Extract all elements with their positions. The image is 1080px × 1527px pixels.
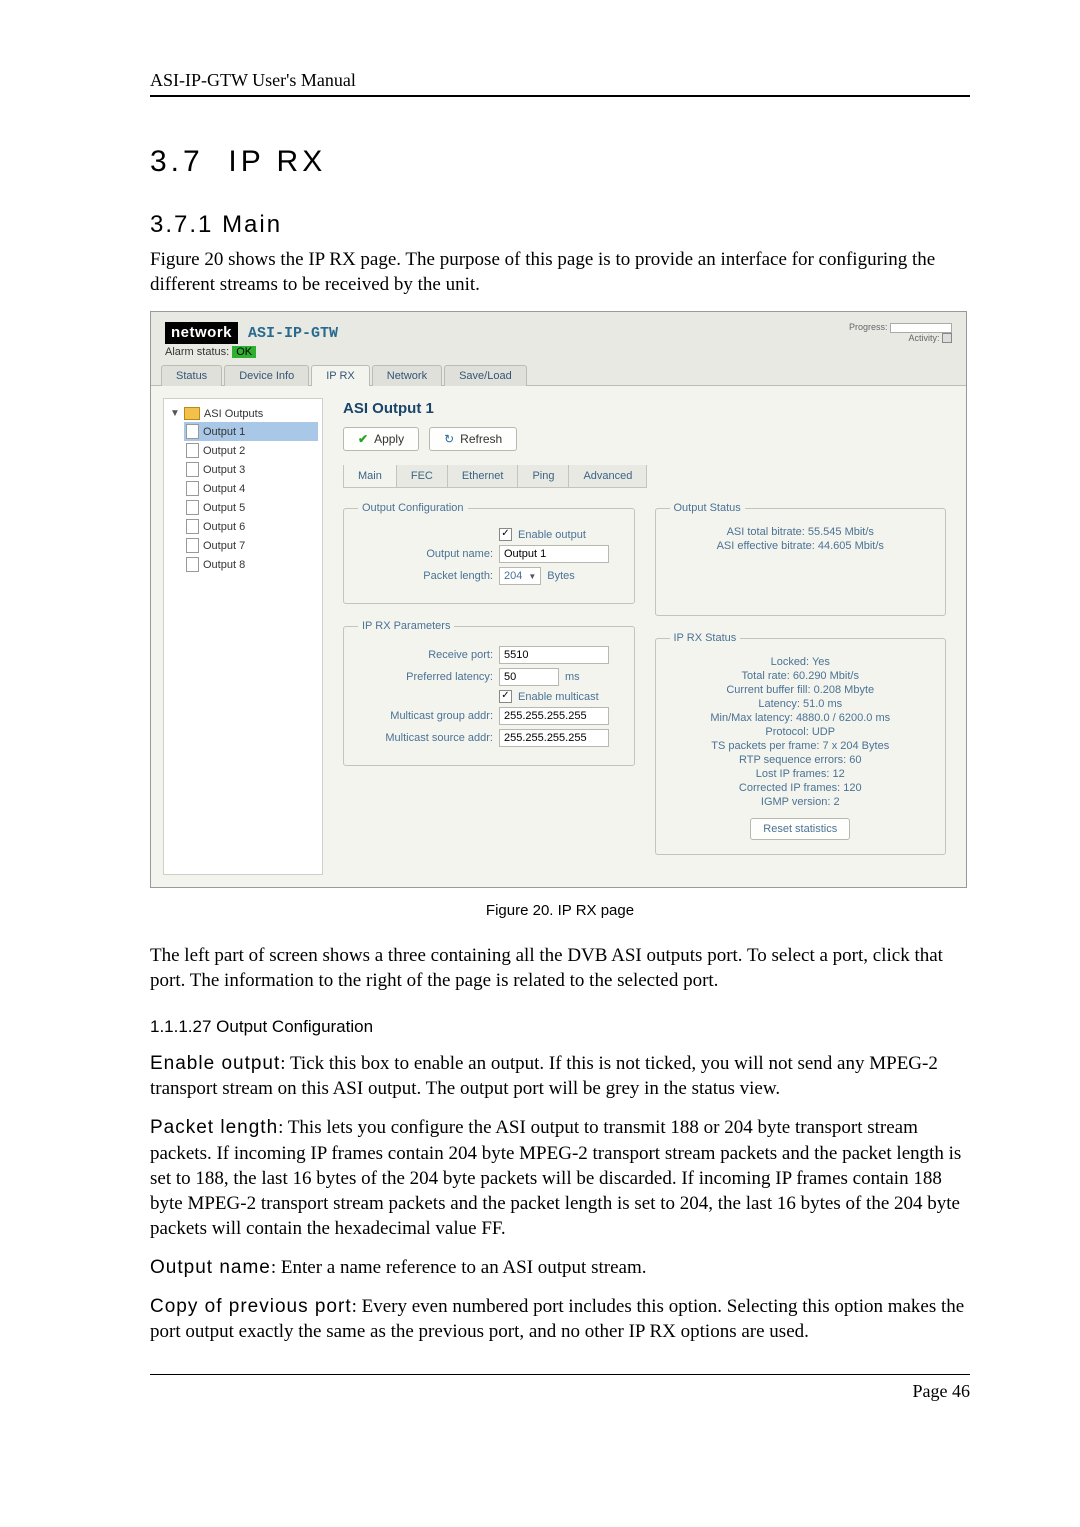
output-name-label: Output name: — [358, 548, 493, 560]
multicast-group-input[interactable] — [499, 707, 609, 725]
refresh-button[interactable]: ↻Refresh — [429, 427, 517, 451]
subsection-heading: 3.7.1 Main — [150, 211, 970, 239]
inner-tab-main[interactable]: Main — [344, 465, 397, 487]
packet-length-label: Packet length: — [358, 570, 493, 582]
intro-paragraph: Figure 20 shows the IP RX page. The purp… — [150, 247, 970, 297]
receive-port-input[interactable] — [499, 646, 609, 664]
enable-multicast-checkbox[interactable]: ✓ — [499, 690, 512, 703]
tree-item-output-2[interactable]: Output 2 — [184, 441, 318, 460]
file-icon — [186, 443, 199, 458]
inner-tab-fec[interactable]: FEC — [397, 465, 448, 487]
tree-item-output-1[interactable]: Output 1 — [184, 422, 318, 441]
check-icon: ✔ — [358, 432, 368, 446]
multicast-source-input[interactable] — [499, 729, 609, 747]
tree-item-output-6[interactable]: Output 6 — [184, 517, 318, 536]
iprx-status-line: Protocol: UDP — [670, 726, 932, 738]
iprx-status-line: Total rate: 60.290 Mbit/s — [670, 670, 932, 682]
iprx-status-line: Locked: Yes — [670, 656, 932, 668]
iprx-status-line: Lost IP frames: 12 — [670, 768, 932, 780]
enable-output-label: Enable output — [518, 529, 586, 541]
progress-label: Progress: — [849, 322, 888, 332]
file-icon — [186, 462, 199, 477]
inner-tabs: Main FEC Ethernet Ping Advanced — [343, 465, 647, 488]
output-config-legend: Output Configuration — [358, 502, 468, 514]
subsubsection-heading: 1.1.1.27 Output Configuration — [150, 1017, 970, 1037]
tree-item-output-7[interactable]: Output 7 — [184, 536, 318, 555]
tab-status[interactable]: Status — [161, 365, 222, 386]
tab-device-info[interactable]: Device Info — [224, 365, 309, 386]
body-paragraph: Output name: Enter a name reference to a… — [150, 1255, 970, 1280]
iprx-status-line: RTP sequence errors: 60 — [670, 754, 932, 766]
reset-statistics-button[interactable]: Reset statistics — [750, 818, 850, 840]
content-title: ASI Output 1 — [343, 400, 946, 417]
receive-port-label: Receive port: — [358, 649, 493, 661]
folder-icon — [184, 407, 200, 420]
output-config-box: Output Configuration ✓ Enable output Outp… — [343, 502, 635, 604]
enable-multicast-label: Enable multicast — [518, 691, 599, 703]
figure-caption: Figure 20. IP RX page — [150, 902, 970, 919]
asi-total-bitrate: ASI total bitrate: 55.545 Mbit/s — [670, 526, 932, 538]
iprx-status-box: IP RX Status Locked: Yes Total rate: 60.… — [655, 632, 947, 855]
inner-tab-ethernet[interactable]: Ethernet — [448, 465, 519, 487]
alarm-status: OK — [232, 346, 256, 358]
iprx-status-line: Current buffer fill: 0.208 Mbyte — [670, 684, 932, 696]
iprx-status-line: Corrected IP frames: 120 — [670, 782, 932, 794]
activity-label: Activity: — [908, 333, 939, 343]
iprx-status-line: TS packets per frame: 7 x 204 Bytes — [670, 740, 932, 752]
asi-effective-bitrate: ASI effective bitrate: 44.605 Mbit/s — [670, 540, 932, 552]
preferred-latency-input[interactable] — [499, 668, 559, 686]
tree-panel: ▼ ASI Outputs Output 1 Output 2 Output 3… — [163, 398, 323, 875]
file-icon — [186, 481, 199, 496]
iprx-status-line: Latency: 51.0 ms — [670, 698, 932, 710]
output-status-legend: Output Status — [670, 502, 745, 514]
packet-length-select[interactable]: 204▼ — [499, 567, 541, 585]
enable-output-checkbox[interactable]: ✓ — [499, 528, 512, 541]
tab-ip-rx[interactable]: IP RX — [311, 365, 370, 386]
body-paragraph: Copy of previous port: Every even number… — [150, 1294, 970, 1344]
page-header: ASI-IP-GTW User's Manual — [150, 70, 970, 97]
progress-bar — [890, 323, 952, 333]
body-paragraph: Packet length: This lets you configure t… — [150, 1115, 970, 1240]
apply-button[interactable]: ✔Apply — [343, 427, 419, 451]
tree-item-output-8[interactable]: Output 8 — [184, 555, 318, 574]
output-status-box: Output Status ASI total bitrate: 55.545 … — [655, 502, 947, 616]
file-icon — [186, 557, 199, 572]
file-icon — [186, 424, 199, 439]
tree-item-output-4[interactable]: Output 4 — [184, 479, 318, 498]
inner-tab-ping[interactable]: Ping — [518, 465, 569, 487]
output-name-input[interactable] — [499, 545, 609, 563]
multicast-group-label: Multicast group addr: — [358, 710, 493, 722]
body-paragraph: Enable output: Tick this box to enable a… — [150, 1051, 970, 1101]
iprx-status-legend: IP RX Status — [670, 632, 741, 644]
section-heading: 3.7 IP RX — [150, 145, 970, 179]
inner-tab-advanced[interactable]: Advanced — [569, 465, 646, 487]
file-icon — [186, 519, 199, 534]
file-icon — [186, 500, 199, 515]
preferred-latency-label: Preferred latency: — [358, 671, 493, 683]
iprx-params-legend: IP RX Parameters — [358, 620, 454, 632]
refresh-icon: ↻ — [444, 432, 454, 446]
alarm-label: Alarm status: — [165, 346, 229, 358]
iprx-status-line: Min/Max latency: 4880.0 / 6200.0 ms — [670, 712, 932, 724]
tab-save-load[interactable]: Save/Load — [444, 365, 527, 386]
multicast-source-label: Multicast source addr: — [358, 732, 493, 744]
main-tabs: Status Device Info IP RX Network Save/Lo… — [151, 364, 966, 386]
brand-model: ASI-IP-GTW — [248, 325, 338, 342]
activity-led — [942, 333, 952, 343]
collapse-icon[interactable]: ▼ — [170, 408, 180, 419]
brand-logo: network — [165, 322, 238, 344]
body-paragraph: The left part of screen shows a three co… — [150, 943, 970, 993]
tree-item-output-5[interactable]: Output 5 — [184, 498, 318, 517]
file-icon — [186, 538, 199, 553]
page-footer: Page 46 — [150, 1374, 970, 1402]
app-window: network ASI-IP-GTW Progress: Activity: A… — [150, 311, 967, 888]
tree-item-output-3[interactable]: Output 3 — [184, 460, 318, 479]
packet-length-unit: Bytes — [547, 570, 575, 582]
tab-network[interactable]: Network — [372, 365, 442, 386]
chevron-down-icon: ▼ — [528, 572, 536, 581]
tree-root[interactable]: ▼ ASI Outputs — [168, 405, 318, 422]
iprx-params-box: IP RX Parameters Receive port: Preferred… — [343, 620, 635, 766]
preferred-latency-unit: ms — [565, 671, 580, 683]
iprx-status-line: IGMP version: 2 — [670, 796, 932, 808]
